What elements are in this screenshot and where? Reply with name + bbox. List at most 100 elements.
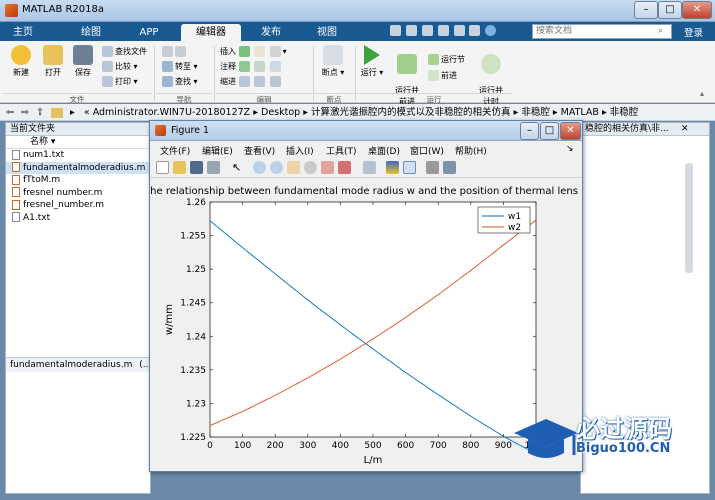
open-button[interactable]: 打开	[38, 45, 68, 78]
search-icon[interactable]: ⌕	[658, 26, 663, 36]
collapse-ribbon-icon[interactable]: ▴	[700, 89, 704, 98]
comment-button[interactable]: 注释	[220, 60, 283, 74]
find-button[interactable]: 查找 ▾	[162, 75, 198, 89]
breadcrumb-item[interactable]: MATLAB	[561, 107, 599, 118]
details-file-name: fundamentalmoderadius.m	[10, 360, 133, 370]
breakpoints-button[interactable]: 断点 ▾	[318, 45, 348, 78]
rotate-icon[interactable]	[304, 161, 317, 174]
browse-folder-icon[interactable]	[51, 107, 63, 118]
print-label: 打印	[115, 77, 131, 86]
redo-icon[interactable]	[469, 25, 481, 36]
scrollbar[interactable]	[685, 163, 693, 273]
help-icon[interactable]	[485, 25, 497, 36]
menu-tools[interactable]: 工具(T)	[326, 144, 357, 157]
run-button[interactable]: 运行 ▾	[358, 45, 386, 78]
y-tick-label: 1.245	[180, 299, 206, 309]
goto-button[interactable]: 转至 ▾	[162, 60, 198, 74]
dock-icon[interactable]: ↘	[566, 144, 574, 154]
pointer-icon[interactable]: ↖	[232, 161, 245, 174]
address-bar[interactable]: ⇦ ⇨ ⇧ ▸ « Administrator.WIN7U-20180127Z …	[0, 104, 715, 121]
forward-icon[interactable]: ⇨	[21, 107, 29, 118]
copy-icon[interactable]	[421, 25, 433, 36]
figure-maximize-button[interactable]: □	[540, 122, 559, 140]
editor-path-label: 稳腔的相关仿真\非...	[585, 124, 669, 134]
print-figure-icon[interactable]	[207, 161, 220, 174]
link-plot-icon[interactable]	[363, 161, 376, 174]
nav-back-forward[interactable]	[162, 45, 188, 59]
advance-button[interactable]: 前进	[428, 69, 457, 83]
breadcrumb-item[interactable]: 非稳腔	[521, 107, 550, 118]
pan-icon[interactable]	[287, 161, 300, 174]
search-input[interactable]: 搜索文档	[532, 24, 672, 39]
breadcrumb-item[interactable]: «	[84, 107, 90, 118]
show-tools-icon[interactable]	[443, 161, 456, 174]
back-icon[interactable]: ⇦	[6, 107, 14, 118]
close-button[interactable]: ✕	[682, 1, 712, 19]
dropdown-icon[interactable]: ▸	[70, 107, 75, 118]
group-nav-label: 导航	[156, 93, 212, 104]
brush-icon[interactable]	[338, 161, 351, 174]
menu-window[interactable]: 窗口(W)	[410, 144, 444, 157]
indent-button[interactable]: 缩进	[220, 75, 283, 89]
insert-button[interactable]: 插入 ▾	[220, 45, 287, 59]
text-file-icon	[12, 149, 20, 160]
figure-close-button[interactable]: ✕	[560, 122, 581, 140]
tab-apps[interactable]: APP	[134, 24, 164, 41]
toolstrip-tabs: 主页 绘图 APP 编辑器 发布 视图 搜索文档 ⌕ 登录	[0, 22, 715, 41]
y-tick-label: 1.23	[186, 399, 206, 409]
paste-icon[interactable]	[437, 25, 449, 36]
name-column-header[interactable]: 名称 ▾	[6, 136, 150, 149]
save-figure-icon[interactable]	[190, 161, 203, 174]
breadcrumb-item[interactable]: Administrator.WIN7U-20180127Z	[93, 107, 251, 118]
m-file-icon	[12, 162, 20, 172]
zoom-out-icon[interactable]	[270, 161, 283, 174]
colorbar-icon[interactable]	[386, 161, 399, 174]
list-item[interactable]: fundamentalmoderadius.m	[6, 161, 150, 174]
tab-home[interactable]: 主页	[10, 24, 36, 41]
tab-editor[interactable]: 编辑器	[181, 24, 241, 41]
up-folder-icon[interactable]: ⇧	[36, 107, 44, 118]
save-icon[interactable]	[390, 25, 401, 36]
menu-insert[interactable]: 插入(I)	[286, 144, 314, 157]
list-item[interactable]: num1.txt	[6, 149, 150, 162]
menu-help[interactable]: 帮助(H)	[455, 144, 487, 157]
menu-desktop[interactable]: 桌面(D)	[368, 144, 400, 157]
list-item[interactable]: fTtoM.m	[6, 174, 150, 187]
minimize-button[interactable]: –	[634, 1, 658, 19]
undo-icon[interactable]	[453, 25, 465, 36]
group-file-label: 文件	[2, 93, 152, 104]
legend-icon[interactable]	[403, 161, 416, 174]
cut-icon[interactable]	[405, 25, 417, 36]
tab-view[interactable]: 视图	[312, 24, 342, 41]
breadcrumb-item[interactable]: 非稳腔	[610, 107, 639, 118]
compare-button[interactable]: 比较 ▾	[102, 60, 138, 74]
maximize-button[interactable]: □	[658, 1, 682, 19]
list-item[interactable]: A1.txt	[6, 212, 150, 225]
list-item[interactable]: fresnel_number.m	[6, 199, 150, 212]
run-section-button[interactable]: 运行节	[428, 53, 465, 67]
find-files-label: 查找文件	[115, 47, 147, 56]
figure-minimize-button[interactable]: –	[520, 122, 539, 140]
menu-file[interactable]: 文件(F)	[160, 144, 190, 157]
menu-view[interactable]: 查看(V)	[244, 144, 275, 157]
open-file-icon[interactable]	[173, 161, 186, 174]
axes-box	[209, 201, 537, 438]
figure-menu-bar: 文件(F) 编辑(E) 查看(V) 插入(I) 工具(T) 桌面(D) 窗口(W…	[150, 141, 582, 158]
breadcrumb-item[interactable]: 计算激光谐振腔内的模式以及非稳腔的相关仿真	[311, 107, 511, 118]
new-figure-icon[interactable]	[156, 161, 169, 174]
login-button[interactable]: 登录	[684, 25, 703, 39]
breadcrumb-item[interactable]: Desktop	[261, 107, 300, 118]
close-icon[interactable]: ✕	[681, 124, 689, 134]
tab-plots[interactable]: 绘图	[76, 24, 106, 41]
tab-publish[interactable]: 发布	[256, 24, 286, 41]
save-button[interactable]: 保存	[68, 45, 98, 78]
hide-tools-icon[interactable]	[426, 161, 439, 174]
list-item[interactable]: fresnel number.m	[6, 187, 150, 200]
data-cursor-icon[interactable]	[321, 161, 334, 174]
title-bar: MATLAB R2018a – □ ✕	[0, 0, 715, 22]
find-files-button[interactable]: 查找文件	[102, 45, 147, 59]
print-button[interactable]: 打印 ▾	[102, 75, 138, 89]
menu-edit[interactable]: 编辑(E)	[202, 144, 233, 157]
zoom-in-icon[interactable]	[253, 161, 266, 174]
new-button[interactable]: 新建	[6, 45, 36, 78]
